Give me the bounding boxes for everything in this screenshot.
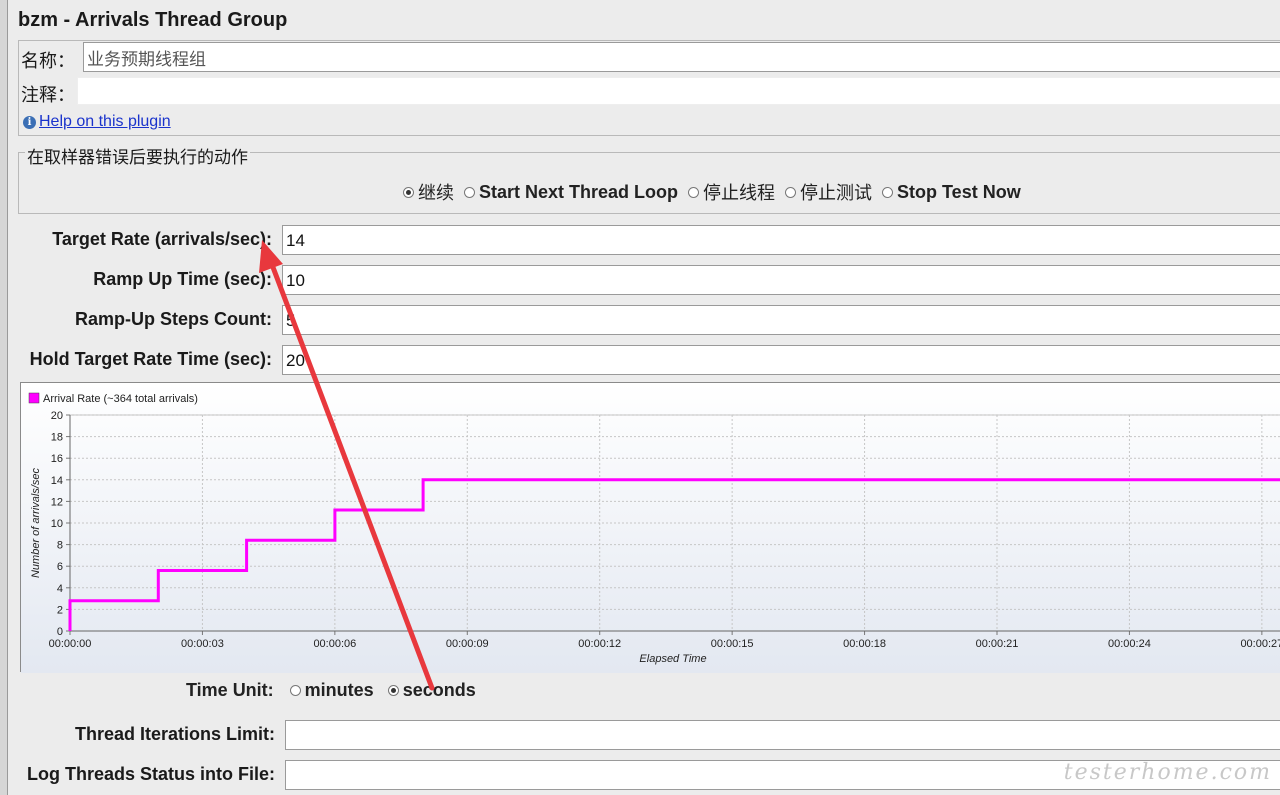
comment-input[interactable] — [77, 77, 1280, 105]
radio-seconds[interactable]: seconds — [387, 680, 476, 701]
radio-minutes[interactable]: minutes — [289, 680, 374, 701]
time-unit-label: Time Unit: — [186, 680, 274, 700]
chart-svg: 0 2 4 6 8 10 12 14 16 18 20 00:00:00 00:00:03 00:00:0… — [21, 383, 1280, 673]
y-tick-label: 14 — [51, 475, 63, 487]
radio-unselected-icon — [688, 186, 700, 198]
y-tick-label: 20 — [51, 410, 63, 422]
x-tick-label: 00:00:27 — [1240, 638, 1280, 650]
hold-time-input[interactable]: 20 — [282, 345, 1280, 375]
y-tick-label: 18 — [51, 432, 63, 444]
y-tick-label: 8 — [57, 540, 63, 552]
iterations-limit-input[interactable] — [285, 720, 1280, 750]
radio-unselected-icon — [785, 186, 797, 198]
y-tick-label: 0 — [57, 626, 63, 638]
y-tick-label: 2 — [57, 604, 63, 616]
y-tick-label: 12 — [51, 496, 63, 508]
ramp-up-steps-label: Ramp-Up Steps Count: — [75, 309, 272, 329]
help-link[interactable]: Help on this plugin — [39, 113, 171, 131]
name-input[interactable]: 业务预期线程组 — [83, 42, 1280, 72]
x-tick-label: 00:00:15 — [711, 638, 754, 650]
legend-swatch — [28, 392, 40, 404]
thread-group-panel: bzm - Arrivals Thread Group 名称： 业务预期线程组 … — [8, 0, 1280, 795]
watermark: testerhome.com — [1063, 760, 1272, 785]
y-tick-label: 10 — [51, 518, 63, 530]
ramp-up-steps-input[interactable]: 5 — [282, 305, 1280, 335]
target-rate-label: Target Rate (arrivals/sec): — [52, 229, 272, 249]
panel-title: bzm - Arrivals Thread Group — [18, 9, 288, 31]
x-tick-label: 00:00:03 — [181, 638, 224, 650]
action-group-legend: 在取样器错误后要执行的动作 — [25, 143, 250, 168]
chart-background — [21, 383, 1280, 673]
left-tree-edge — [0, 0, 8, 795]
x-tick-label: 00:00:18 — [843, 638, 886, 650]
info-icon: i — [23, 115, 36, 129]
action-radio-row: 继续 Start Next Thread Loop 停止线程 停止测试 Stop… — [403, 179, 1021, 205]
help-row: i Help on this plugin — [23, 113, 171, 131]
hold-time-label: Hold Target Rate Time (sec): — [29, 349, 272, 369]
radio-continue[interactable]: 继续 — [403, 179, 454, 205]
radio-start-next-loop[interactable]: Start Next Thread Loop — [464, 182, 678, 203]
y-tick-label: 4 — [57, 583, 63, 595]
y-axis-label: Number of arrivals/sec — [30, 467, 42, 578]
ramp-up-time-label: Ramp Up Time (sec): — [93, 269, 272, 289]
name-label: 名称： — [21, 51, 75, 72]
x-tick-label: 00:00:06 — [313, 638, 356, 650]
x-tick-label: 00:00:00 — [49, 638, 92, 650]
arrival-rate-chart: 0 2 4 6 8 10 12 14 16 18 20 00:00:00 00:00:03 00:00:0… — [20, 382, 1280, 673]
ramp-up-time-input[interactable]: 10 — [282, 265, 1280, 295]
x-tick-label: 00:00:12 — [578, 638, 621, 650]
comment-label: 注释： — [21, 85, 75, 106]
x-tick-label: 00:00:21 — [976, 638, 1019, 650]
log-file-label: Log Threads Status into File: — [26, 764, 275, 784]
radio-unselected-icon — [882, 186, 894, 198]
name-comment-box: 名称： 业务预期线程组 注释： i Help on this plugin — [18, 40, 1280, 136]
legend-label: Arrival Rate (~364 total arrivals) — [43, 393, 198, 405]
radio-stop-test[interactable]: 停止测试 — [785, 179, 872, 205]
target-rate-input[interactable]: 14 — [282, 225, 1280, 255]
x-tick-label: 00:00:09 — [446, 638, 489, 650]
x-axis-label: Elapsed Time — [639, 653, 706, 665]
radio-selected-icon — [403, 186, 414, 198]
sampler-error-action-group: 在取样器错误后要执行的动作 继续 Start Next Thread Loop … — [18, 143, 1280, 214]
radio-unselected-icon — [464, 186, 475, 198]
radio-stop-thread[interactable]: 停止线程 — [688, 179, 775, 205]
radio-stop-test-now[interactable]: Stop Test Now — [882, 182, 1021, 203]
radio-unselected-icon — [289, 685, 301, 696]
y-tick-label: 6 — [57, 561, 63, 573]
time-unit-row: Time Unit: minutes seconds — [186, 680, 476, 701]
x-tick-label: 00:00:24 — [1108, 638, 1151, 650]
radio-selected-icon — [387, 685, 399, 696]
iterations-limit-label: Thread Iterations Limit: — [74, 724, 275, 744]
y-tick-label: 16 — [51, 453, 63, 465]
